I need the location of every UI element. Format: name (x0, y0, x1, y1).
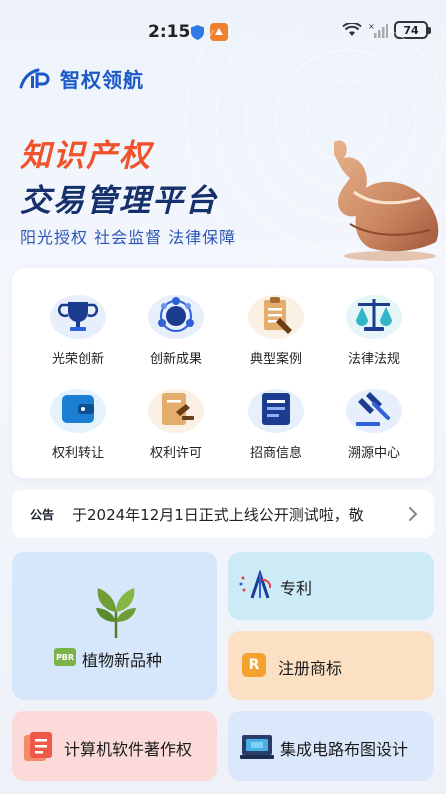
announcement-text: 于2024年12月1日正式上线公开测试啦，敬 (72, 505, 364, 524)
tile-label: 专利 (280, 579, 313, 598)
tile-label: 注册商标 (278, 659, 343, 678)
hero-slogan: 阳光授权 社会监督 法律保障 (20, 228, 237, 247)
grid-label: 典型案例 (249, 352, 302, 367)
grid-item-rights-transfer[interactable]: 权利转让 (30, 384, 126, 474)
bull-sculpture-icon (334, 140, 439, 261)
grid-item-typical-cases[interactable]: 典型案例 (228, 290, 324, 380)
grid-label: 光荣创新 (51, 352, 104, 367)
grid-label: 招商信息 (249, 446, 302, 461)
feature-grid: 光荣创新 创新成果 典型案例 法律法规 权利转让 权利许可 招商信息 溯源中心 (12, 268, 434, 478)
grid-item-traceability-center[interactable]: 溯源中心 (326, 384, 422, 474)
brand: 智权领航 (18, 64, 144, 93)
scales-icon (346, 295, 402, 339)
tile-label: 集成电路布图设计 (280, 740, 409, 759)
document-icon (248, 389, 304, 433)
trophy-icon (50, 295, 106, 339)
chevron-right-icon[interactable] (408, 506, 418, 522)
tile-trademark[interactable]: R 注册商标 (228, 631, 434, 700)
hero-title-line2: 交易管理平台 (20, 183, 218, 219)
grid-label: 法律法规 (347, 352, 400, 367)
plant-icon (96, 588, 136, 638)
tile-ic-layout[interactable]: 集成电路布图设计 (228, 711, 434, 781)
tile-software-copyright[interactable]: 计算机软件著作权 (12, 711, 217, 781)
announcement-bar[interactable]: 公告 于2024年12月1日正式上线公开测试啦，敬 (12, 490, 434, 538)
brand-name: 智权领航 (60, 68, 144, 92)
software-doc-icon (24, 732, 52, 761)
tile-patent[interactable]: 专利 (228, 552, 434, 620)
tile-label: 计算机软件著作权 (64, 740, 193, 759)
tile-label: 植物新品种 (82, 651, 163, 670)
circuit-chip-icon (240, 735, 274, 759)
grid-item-honor-innovation[interactable]: 光荣创新 (30, 290, 126, 380)
grid-item-laws-regulations[interactable]: 法律法规 (326, 290, 422, 380)
patent-icon (239, 570, 272, 599)
hero-title-line1: 知识产权 (20, 138, 152, 174)
grid-label: 创新成果 (149, 352, 202, 367)
grid-label: 权利许可 (149, 446, 202, 461)
grid-item-innovation-results[interactable]: 创新成果 (128, 290, 224, 380)
judge-hammer-icon (346, 389, 402, 433)
grid-label: 溯源中心 (347, 446, 400, 461)
wallet-icon (50, 389, 106, 433)
pbr-badge-icon: PBR (54, 648, 76, 666)
grid-item-rights-license[interactable]: 权利许可 (128, 384, 224, 474)
announcement-tag: 公告 (30, 507, 55, 522)
registered-icon: R (242, 653, 266, 677)
brand-logo-icon (19, 68, 50, 88)
clipboard-icon (248, 295, 304, 339)
tile-plant-variety[interactable]: PBR 植物新品种 (12, 552, 217, 700)
grid-label: 权利转让 (51, 446, 104, 461)
network-icon (148, 295, 204, 339)
gavel-doc-icon (148, 389, 204, 433)
grid-item-investment-info[interactable]: 招商信息 (228, 384, 324, 474)
